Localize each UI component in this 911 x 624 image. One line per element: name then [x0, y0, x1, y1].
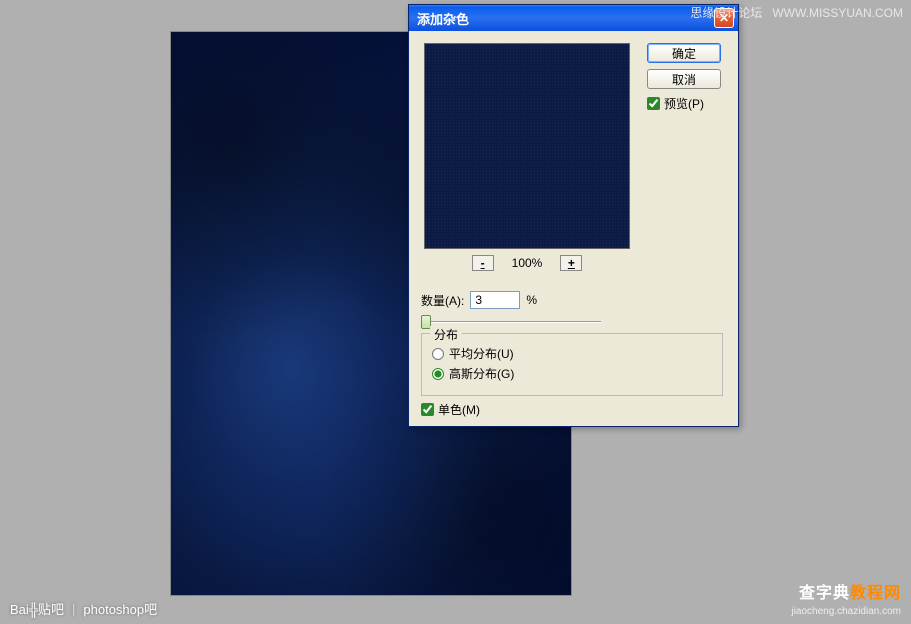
dialog-titlebar[interactable]: 添加杂色 ✕ — [409, 5, 738, 31]
uniform-radio[interactable] — [432, 348, 444, 360]
gaussian-label: 高斯分布(G) — [449, 365, 514, 382]
watermark-bottom-right: 查字典教程网 jiaocheng.chazidian.com — [791, 584, 901, 618]
monochrome-label: 单色(M) — [438, 401, 480, 418]
dialog-title: 添加杂色 — [417, 9, 714, 28]
wm-br-brand: 查字典教程网 — [791, 584, 901, 605]
watermark-top-right: 思缘设计论坛 WWW.MISSYUAN.COM — [690, 4, 903, 21]
zoom-out-button[interactable]: - — [472, 255, 494, 271]
preview-checkbox[interactable] — [647, 97, 660, 110]
add-noise-dialog: 添加杂色 ✕ - 100% + 确定 取消 预览(P) 数量(A): % — [408, 4, 739, 427]
watermark-bottom-left: Bai╬贴吧 | photoshop吧 — [10, 599, 157, 618]
distribution-group: 分布 平均分布(U) 高斯分布(G) — [421, 333, 723, 396]
dialog-body: - 100% + 确定 取消 预览(P) 数量(A): % 分布 平均分布( — [409, 31, 738, 426]
distribution-legend: 分布 — [430, 326, 462, 343]
wm-br-url: jiaocheng.chazidian.com — [791, 605, 901, 618]
monochrome-checkbox[interactable] — [421, 403, 434, 416]
noise-preview[interactable] — [424, 43, 630, 249]
zoom-in-button[interactable]: + — [560, 255, 582, 271]
monochrome-row[interactable]: 单色(M) — [421, 401, 480, 418]
cancel-button[interactable]: 取消 — [647, 69, 721, 89]
amount-unit: % — [526, 293, 537, 307]
wm-bl-text: photoshop吧 — [83, 599, 157, 618]
uniform-label: 平均分布(U) — [449, 345, 514, 362]
uniform-radio-row[interactable]: 平均分布(U) — [432, 345, 712, 362]
wm-br-b: 教程网 — [850, 585, 901, 602]
wm-tr-url: WWW.MISSYUAN.COM — [772, 6, 903, 20]
plus-icon: + — [568, 256, 575, 270]
preview-checkbox-row[interactable]: 预览(P) — [647, 95, 727, 112]
wm-bl-sep: | — [72, 601, 75, 616]
preview-label: 预览(P) — [664, 95, 704, 112]
zoom-level: 100% — [512, 256, 543, 270]
amount-row: 数量(A): % — [421, 291, 537, 309]
dialog-buttons: 确定 取消 预览(P) — [647, 43, 727, 112]
amount-label: 数量(A): — [421, 292, 464, 309]
zoom-controls: - 100% + — [424, 255, 630, 271]
ok-button[interactable]: 确定 — [647, 43, 721, 63]
wm-br-a: 查字典 — [799, 585, 850, 602]
slider-track-line — [421, 321, 601, 323]
amount-input[interactable] — [470, 291, 520, 309]
wm-tr-text: 思缘设计论坛 — [690, 4, 762, 21]
wm-bl-brand: Bai╬贴吧 — [10, 599, 64, 618]
gaussian-radio[interactable] — [432, 368, 444, 380]
minus-icon: - — [481, 256, 485, 270]
gaussian-radio-row[interactable]: 高斯分布(G) — [432, 365, 712, 382]
